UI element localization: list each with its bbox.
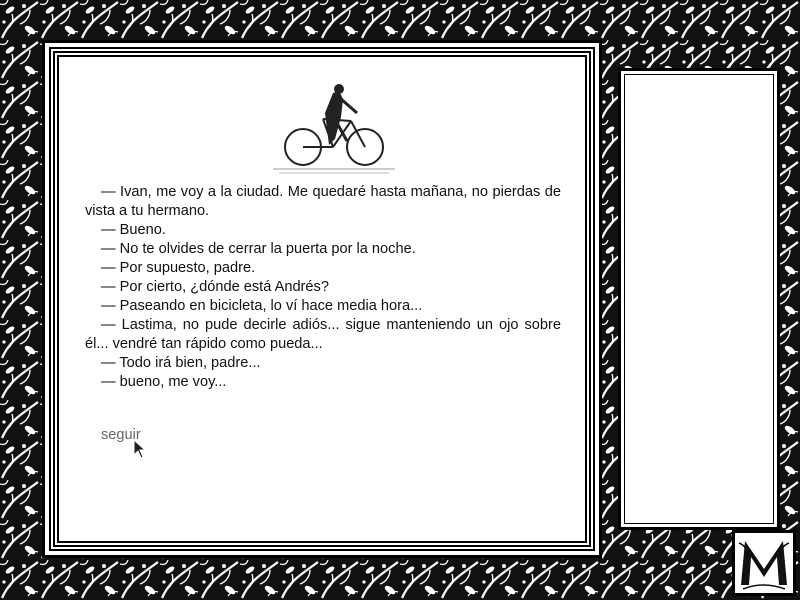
dialogue-text: — Ivan, me voy a la ciudad. Me quedaré h… [85, 183, 561, 392]
dialogue-line: — No te olvides de cerrar la puerta por … [101, 241, 416, 257]
cyclist-icon [273, 84, 395, 174]
side-panel [618, 68, 780, 530]
dialogue-line: — Ivan, me voy a la ciudad. Me quedaré h… [85, 184, 561, 219]
dialogue-line: — Bueno. [101, 222, 166, 238]
ornate-m-logo [732, 530, 796, 596]
side-panel-inner [624, 74, 774, 524]
story-page: — Ivan, me voy a la ciudad. Me quedaré h… [57, 55, 587, 543]
dialogue-line: — Lastima, no pude decirle adiós... sigu… [85, 317, 561, 352]
story-frame: — Ivan, me voy a la ciudad. Me quedaré h… [42, 40, 602, 558]
dialogue-line: — Por supuesto, padre. [101, 260, 256, 276]
mouse-pointer-icon [133, 439, 147, 459]
dialogue-line: — Paseando en bicicleta, lo ví hace medi… [101, 298, 423, 314]
dialogue-line: — bueno, me voy... [101, 374, 227, 390]
m-logo-icon [735, 533, 793, 593]
dialogue-line: — Todo irá bien, padre... [101, 355, 261, 371]
dialogue-line: — Por cierto, ¿dónde está Andrés? [101, 279, 329, 295]
